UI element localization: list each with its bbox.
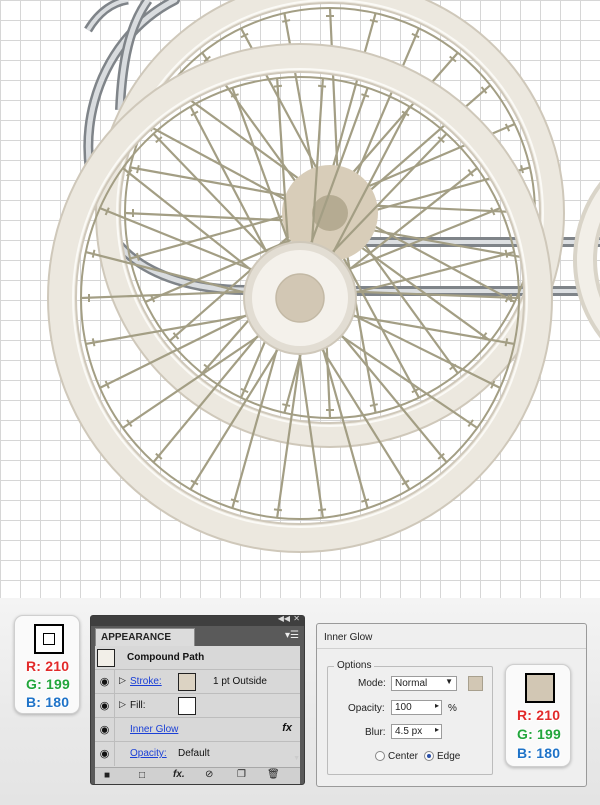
disclosure-triangle-icon[interactable]: ▷: [119, 675, 126, 686]
stroke-value: 1 pt Outside: [213, 676, 267, 687]
clear-appearance-icon[interactable]: ⊘: [205, 769, 213, 780]
scroll-down-icon[interactable]: ▼: [293, 755, 300, 762]
eye-icon[interactable]: ◉: [95, 718, 115, 742]
rgb-blue: B: 180: [517, 745, 561, 761]
center-label: Center: [388, 751, 419, 762]
trash-icon[interactable]: 🗑: [267, 769, 280, 780]
fill-swatch-icon: [525, 673, 555, 703]
appearance-row-opacity[interactable]: ◉ Opacity: Default: [95, 742, 300, 766]
appearance-toolbar: ■ □ fx. ⊘ ❐ 🗑: [95, 767, 300, 784]
opacity-value: Default: [178, 748, 210, 759]
illustration-canvas[interactable]: [0, 0, 600, 598]
rgb-green: G: 199: [517, 726, 561, 742]
blur-label: Blur:: [365, 727, 386, 738]
panel-titlebar[interactable]: ◀◀ ✕: [91, 614, 304, 626]
opacity-input[interactable]: 100 ▸: [391, 700, 442, 715]
edge-radio[interactable]: [424, 751, 434, 761]
appearance-row-effect[interactable]: ◉ Inner Glow fx: [95, 718, 300, 742]
tab-appearance[interactable]: APPEARANCE: [95, 628, 195, 646]
chevron-right-icon: ▸: [434, 701, 439, 710]
new-item-icon[interactable]: ❐: [237, 769, 246, 780]
eye-icon[interactable]: ◉: [95, 670, 115, 694]
rgb-green: G: 199: [26, 676, 70, 692]
chevron-right-icon: ▸: [434, 725, 439, 734]
fx-icon[interactable]: fx.: [173, 769, 185, 780]
blur-input[interactable]: 4.5 px ▸: [391, 724, 442, 739]
appearance-list: Compound Path ◉ ▷ Stroke: 1 pt Outside ◉…: [95, 646, 300, 767]
add-stroke-icon[interactable]: ■: [104, 770, 110, 781]
stroke-color-swatch[interactable]: [178, 673, 196, 691]
opacity-label-link[interactable]: Opacity:: [130, 748, 167, 759]
right-wheel-edge: [573, 182, 600, 338]
glow-color-swatch[interactable]: [468, 676, 483, 691]
rgb-red: R: 210: [26, 658, 70, 674]
mode-label: Mode:: [358, 678, 386, 689]
inner-glow-effect-link[interactable]: Inner Glow: [130, 724, 178, 735]
appearance-panel: ◀◀ ✕ APPEARANCE ▾☰ Compound Path ◉ ▷ Str…: [90, 614, 305, 785]
eye-icon[interactable]: ◉: [95, 742, 115, 766]
opacity-unit: %: [448, 703, 457, 714]
edge-label: Edge: [437, 751, 461, 762]
close-icon[interactable]: ✕: [293, 614, 300, 623]
color-swatch-card-right: R: 210 G: 199 B: 180: [505, 664, 571, 767]
stroke-swatch-icon: [34, 624, 64, 654]
eye-icon[interactable]: ◉: [95, 694, 115, 718]
appearance-row-title[interactable]: Compound Path: [95, 646, 300, 670]
disclosure-triangle-icon[interactable]: ▷: [119, 699, 126, 710]
inner-glow-dialog: Inner Glow Options Mode: Normal ▼ Opacit…: [316, 623, 587, 787]
dialog-title: Inner Glow: [324, 632, 373, 643]
rgb-blue: B: 180: [26, 694, 70, 710]
panel-menu-icon[interactable]: ▾☰: [285, 630, 299, 641]
fx-icon[interactable]: fx: [282, 722, 292, 734]
appearance-row-fill[interactable]: ◉ ▷ Fill:: [95, 694, 300, 718]
appearance-object-title: Compound Path: [127, 652, 205, 663]
options-label: Options: [334, 660, 375, 671]
fill-label: Fill:: [130, 700, 146, 711]
opacity-label: Opacity:: [348, 703, 385, 714]
collapse-arrows-icon[interactable]: ◀◀: [278, 614, 290, 623]
options-group: Options Mode: Normal ▼ Opacity: 100 ▸ % …: [327, 660, 493, 775]
add-fill-icon[interactable]: □: [139, 770, 145, 781]
appearance-row-stroke[interactable]: ◉ ▷ Stroke: 1 pt Outside: [95, 670, 300, 694]
mode-select[interactable]: Normal ▼: [391, 676, 457, 691]
stroke-label-link[interactable]: Stroke:: [130, 676, 162, 687]
fill-color-swatch[interactable]: [178, 697, 196, 715]
rgb-red: R: 210: [517, 707, 561, 723]
wheel-illustration: [47, 0, 600, 553]
chevron-down-icon: ▼: [445, 677, 453, 686]
color-swatch-card-left: R: 210 G: 199 B: 180: [14, 615, 80, 714]
center-radio[interactable]: [375, 751, 385, 761]
object-thumbnail-icon: [97, 649, 115, 667]
